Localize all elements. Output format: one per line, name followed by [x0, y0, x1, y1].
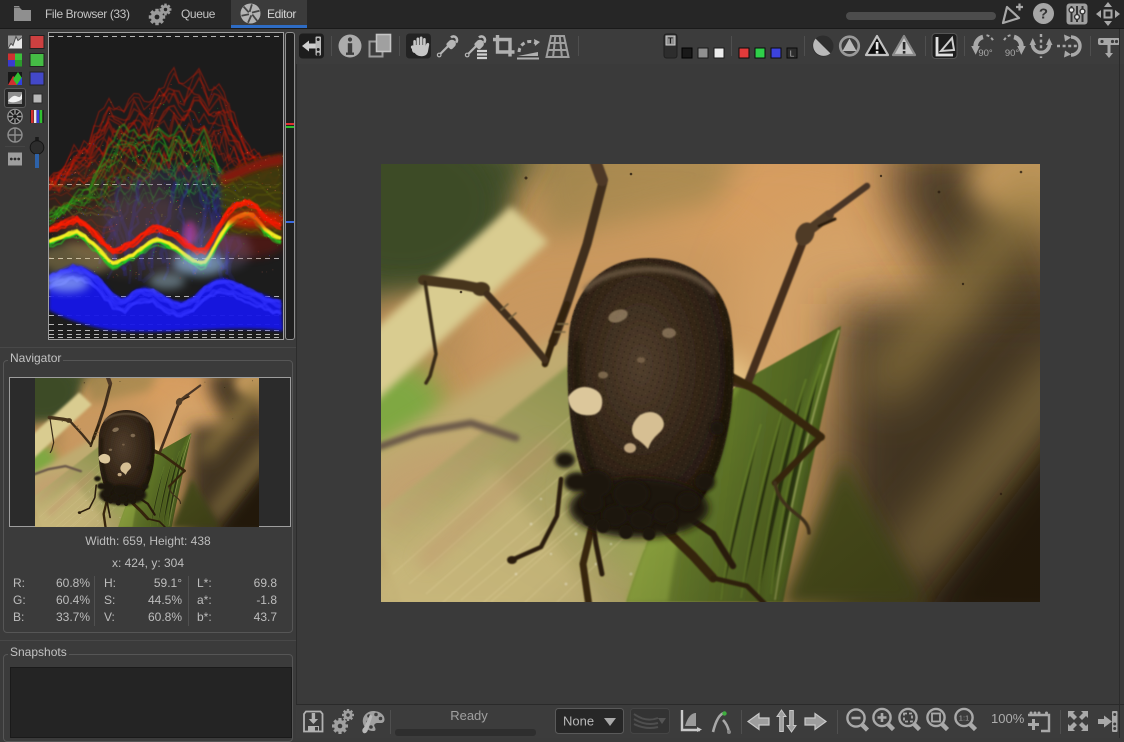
svg-text:Ready: Ready — [450, 708, 488, 723]
svg-text:90°: 90° — [1005, 48, 1020, 59]
svg-text:?: ? — [1039, 6, 1048, 23]
svg-text:L: L — [790, 49, 795, 59]
svg-text:T: T — [668, 37, 673, 46]
svg-text:None: None — [563, 714, 594, 729]
svg-text:90°: 90° — [978, 48, 993, 59]
svg-text:1:1: 1:1 — [959, 713, 969, 722]
svg-text:100%: 100% — [991, 711, 1025, 726]
